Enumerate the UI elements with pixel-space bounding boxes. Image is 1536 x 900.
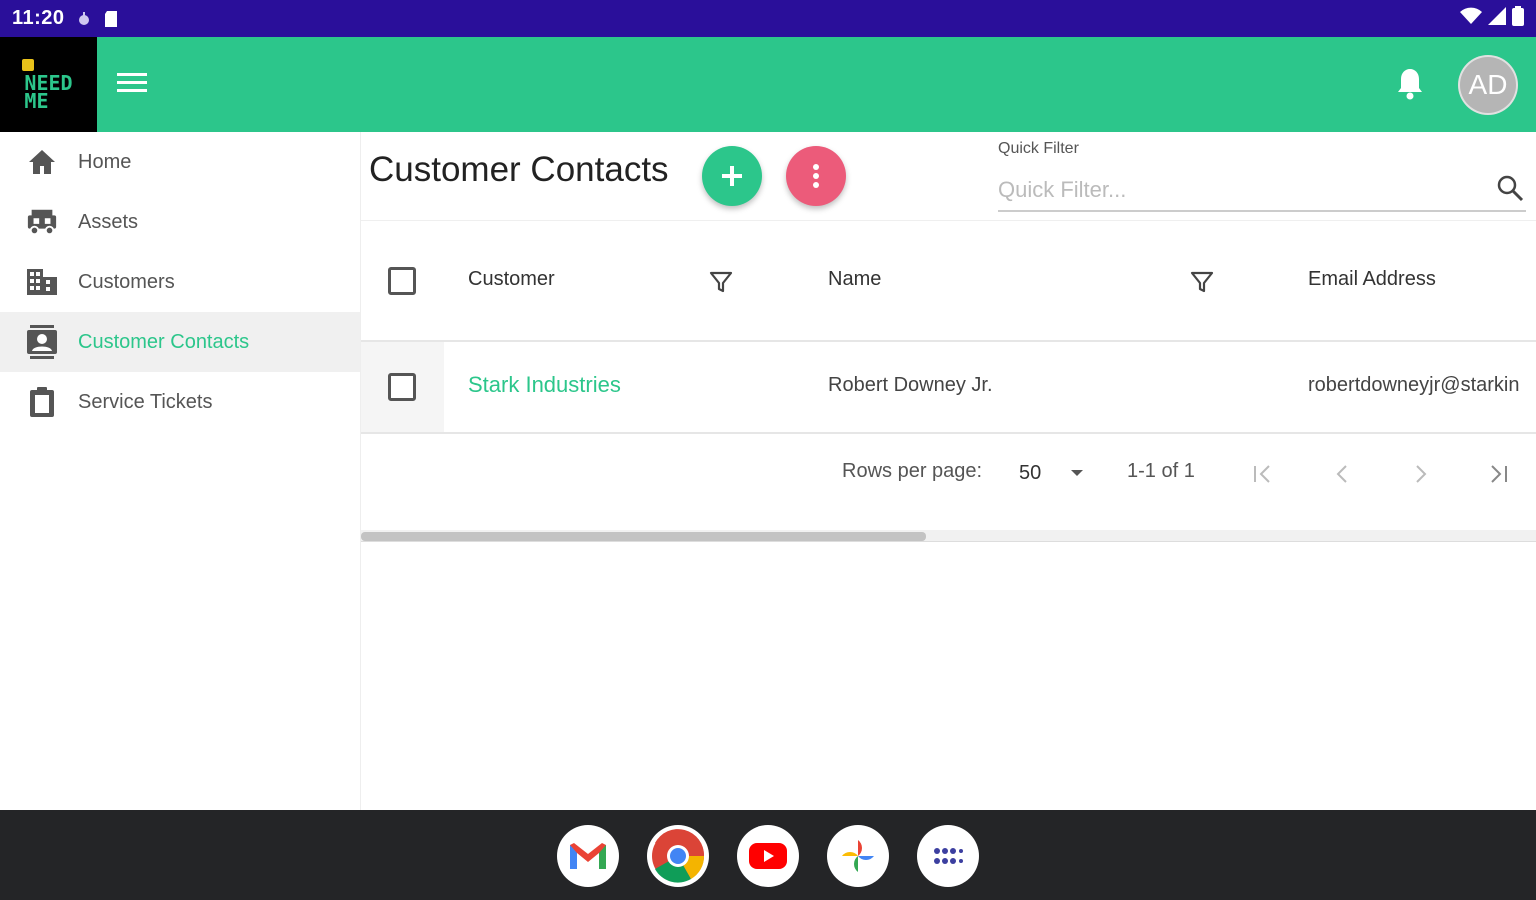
next-page-icon[interactable] (1408, 462, 1432, 486)
pagination-bar: Rows per page: 50 1-1 of 1 (361, 434, 1536, 510)
photos-icon[interactable] (827, 825, 889, 887)
last-page-icon[interactable] (1486, 462, 1510, 486)
quick-filter-input[interactable] (998, 170, 1526, 212)
assets-icon (26, 206, 58, 238)
clipboard-icon (26, 386, 58, 418)
search-icon[interactable] (1496, 174, 1524, 202)
quick-filter-label: Quick Filter (998, 140, 1079, 157)
add-contact-button[interactable] (702, 146, 762, 206)
select-all-checkbox[interactable] (388, 267, 416, 295)
rows-per-page-label: Rows per page: (842, 460, 983, 482)
first-page-icon[interactable] (1251, 462, 1275, 486)
table-header-row: Customer Name Email Address (361, 222, 1536, 342)
scrollbar-thumb[interactable] (361, 532, 926, 541)
contact-name-cell: Robert Downey Jr. (828, 374, 993, 396)
chrome-icon[interactable] (647, 825, 709, 887)
more-options-button[interactable] (786, 146, 846, 206)
taskbar (0, 810, 1536, 900)
sidebar-item-assets[interactable]: Assets (0, 192, 360, 252)
horizontal-scrollbar[interactable] (361, 530, 1536, 542)
app-logo: NEED ME (0, 37, 97, 132)
wifi-icon (1460, 7, 1482, 30)
filter-icon[interactable] (709, 270, 733, 294)
home-icon (26, 146, 58, 178)
hamburger-menu-icon[interactable] (117, 73, 147, 97)
sidebar-item-label: Customers (78, 270, 175, 293)
filter-icon[interactable] (1190, 270, 1214, 294)
status-time: 11:20 (12, 7, 65, 29)
contact-email-cell: robertdowneyjr@starkin (1308, 374, 1520, 396)
contacts-table: Customer Name Email Address Stark Indust… (361, 222, 1536, 510)
building-icon (26, 266, 58, 298)
previous-page-icon[interactable] (1331, 462, 1355, 486)
logo-mark-icon (22, 59, 34, 71)
sidebar-item-label: Assets (78, 210, 139, 233)
notifications-bell-icon[interactable] (1395, 67, 1425, 101)
sidebar-item-home[interactable]: Home (0, 132, 360, 192)
app-launcher-icon[interactable] (917, 825, 979, 887)
divider (361, 220, 1536, 221)
youtube-icon[interactable] (737, 825, 799, 887)
customer-link[interactable]: Stark Industries (468, 372, 621, 398)
signal-icon (1488, 7, 1506, 30)
pagination-range: 1-1 of 1 (1127, 460, 1195, 482)
battery-icon (1512, 6, 1524, 31)
status-bar: 11:20 (0, 0, 1536, 37)
sidebar-item-label: Home (78, 150, 132, 173)
notification-dot-icon (77, 11, 91, 27)
column-header-customer[interactable]: Customer (468, 268, 555, 291)
column-header-email[interactable]: Email Address (1308, 268, 1436, 291)
plus-icon (722, 166, 742, 186)
app-bar: AD (97, 37, 1536, 132)
more-vertical-icon (813, 164, 819, 188)
sd-card-icon (103, 10, 119, 28)
column-header-name[interactable]: Name (828, 268, 881, 291)
row-checkbox[interactable] (388, 373, 416, 401)
sidebar-item-customer-contacts[interactable]: Customer Contacts (0, 312, 360, 372)
sidebar-nav: Home Assets Customers Customer Contacts … (0, 132, 361, 810)
contact-card-icon (26, 325, 58, 359)
user-avatar[interactable]: AD (1458, 55, 1518, 115)
rows-per-page-select[interactable]: 50 (1019, 462, 1041, 485)
dropdown-caret-icon[interactable] (1071, 470, 1083, 476)
gmail-icon[interactable] (557, 825, 619, 887)
page-title: Customer Contacts (369, 150, 669, 189)
table-row[interactable]: Stark Industries Robert Downey Jr. rober… (361, 342, 1536, 434)
main-content: Customer Contacts Quick Filter Customer … (361, 132, 1536, 810)
sidebar-item-label: Customer Contacts (78, 330, 250, 353)
sidebar-item-service-tickets[interactable]: Service Tickets (0, 372, 360, 432)
sidebar-item-label: Service Tickets (78, 390, 213, 413)
sidebar-item-customers[interactable]: Customers (0, 252, 360, 312)
